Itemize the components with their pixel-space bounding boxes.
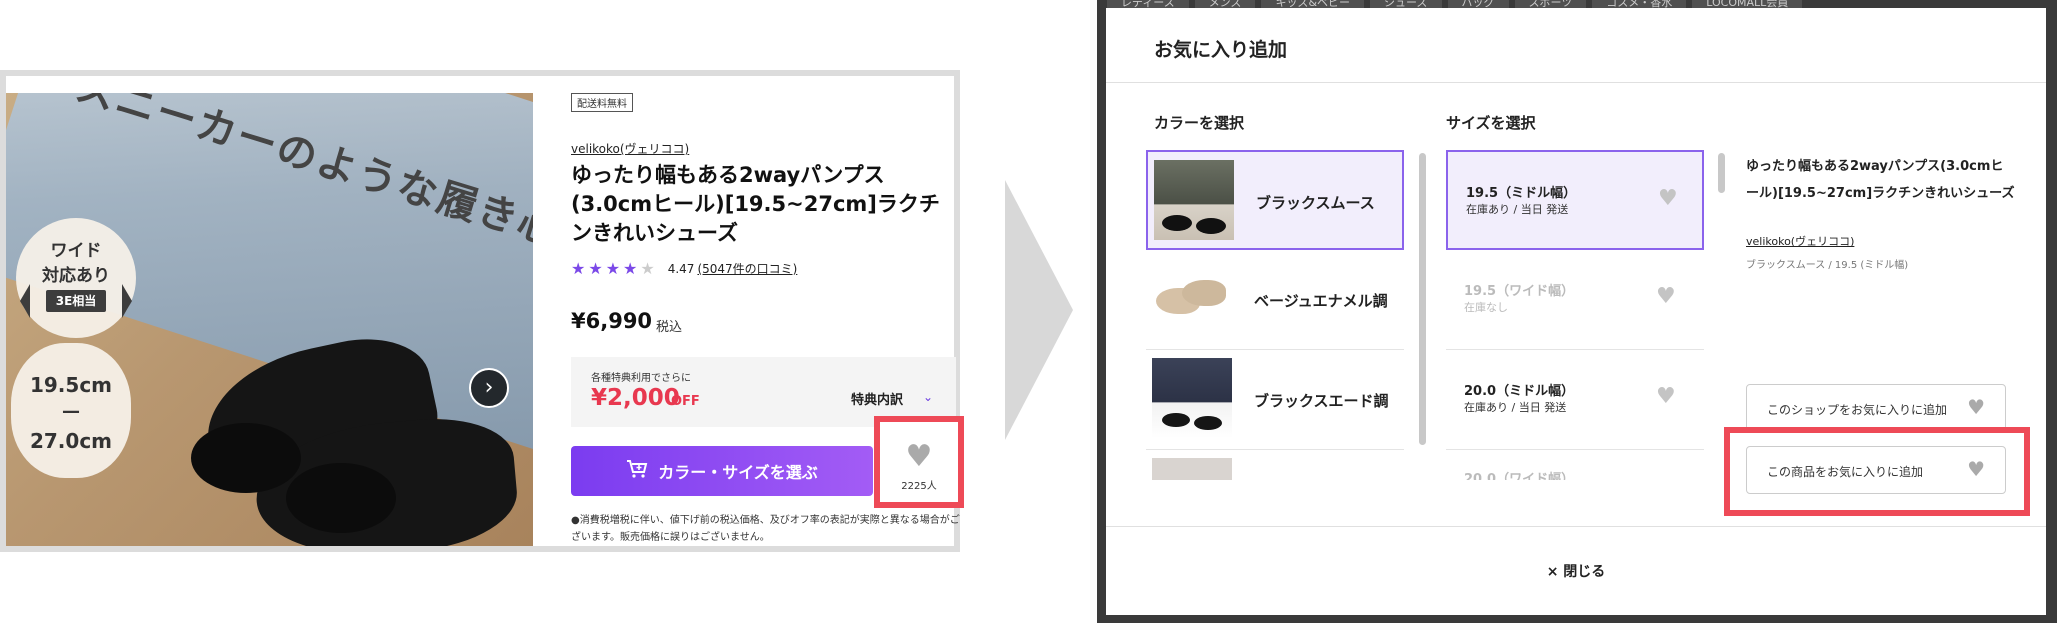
highlight-frame — [1724, 427, 2030, 516]
favorite-count: 2225人 — [901, 481, 937, 492]
summary-variant: ブラックスムース / 19.5 (ミドル幅) — [1746, 260, 1909, 271]
divider — [1106, 82, 2046, 83]
heart-icon[interactable]: ♥ — [1656, 384, 1676, 409]
divider — [1106, 526, 2046, 527]
color-name: ベージュエナメル調 — [1254, 292, 1388, 310]
wide-fit-badge: ワイド 対応あり 3E相当 — [16, 218, 136, 338]
chevron-right-icon: › — [484, 375, 494, 400]
color-name: ブラックスエード調 — [1254, 392, 1389, 410]
brand-link[interactable]: velikoko(ヴェリココ) — [571, 140, 689, 157]
price: ¥6,990 — [571, 309, 653, 333]
carousel-next-button[interactable]: › — [469, 368, 509, 408]
size-name: 20.0（ミドル幅） — [1464, 384, 1575, 399]
favorite-modal: お気に入り追加 カラーを選択 サイズを選択 ブラックスムース ベージュエナメル調… — [1106, 8, 2046, 615]
product-card: スニーカーのような履き心地 ワイド 対応あり 3E相当 19.5cm — 27.… — [6, 76, 964, 546]
size-list-scrollbar[interactable] — [1718, 153, 1725, 193]
star-empty-icon: ★ — [640, 259, 655, 278]
summary-brand-link[interactable]: velikoko(ヴェリココ) — [1746, 233, 1854, 249]
size-option-19-5-middle[interactable]: 19.5（ミドル幅） 在庫あり / 当日 発送 ♥ — [1446, 150, 1704, 250]
tax-notice: ●消費税増税に伴い、値下げ前の税込価格、及びオフ率の表記が実際と異なる場合がござ… — [571, 515, 960, 543]
rating-row: ★ ★ ★ ★ ★ 4.47 (5047件の口コミ) — [571, 259, 797, 278]
wide-label: ワイド — [50, 241, 102, 261]
add-shop-favorite-button[interactable]: このショップをお気に入りに追加 ♥ — [1746, 384, 2006, 432]
heart-icon[interactable]: ♥ — [1658, 186, 1678, 211]
arrow-right-icon — [1005, 180, 1073, 440]
rating-value: 4.47 — [667, 261, 695, 276]
size-max: 27.0cm — [29, 429, 113, 453]
size-option-20-0-wide[interactable]: 20.0（ワイド幅） — [1446, 450, 1704, 480]
size-stock: 在庫あり / 当日 発送 — [1464, 401, 1567, 414]
favorite-button[interactable]: ♥ 2225人 — [874, 416, 964, 508]
width-3e-label: 3E相当 — [20, 284, 132, 318]
chevron-down-icon[interactable]: ⌄ — [923, 390, 933, 404]
select-color-size-button[interactable]: カラー・サイズを選ぶ — [571, 446, 873, 496]
color-name: ブラックスムース — [1256, 194, 1375, 212]
color-thumbnail — [1152, 258, 1232, 338]
select-color-size-label: カラー・サイズを選ぶ — [658, 463, 818, 482]
heart-icon[interactable]: ♥ — [1656, 284, 1676, 309]
color-option-black-smooth[interactable]: ブラックスムース — [1146, 150, 1404, 250]
size-heading: サイズを選択 — [1446, 114, 1536, 132]
star-icon: ★ — [605, 259, 621, 278]
size-stock: 在庫あり / 当日 発送 — [1466, 203, 1569, 216]
modal-title: お気に入り追加 — [1154, 39, 1288, 61]
perks-breakdown-toggle[interactable]: 特典内訳 — [851, 389, 903, 408]
size-min: 19.5cm — [29, 373, 113, 397]
color-option-black-suede[interactable]: ブラックスエード調 — [1146, 350, 1404, 450]
heart-icon: ♥ — [1967, 395, 1985, 419]
size-name: 20.0（ワイド幅） — [1464, 472, 1575, 480]
close-button[interactable]: × 閉じる — [1106, 561, 2046, 581]
color-heading: カラーを選択 — [1154, 114, 1245, 132]
free-shipping-badge: 配送料無料 — [571, 93, 633, 112]
color-thumbnail — [1154, 160, 1234, 240]
coupon-off-label: OFF — [671, 394, 700, 409]
color-thumbnail — [1152, 358, 1232, 438]
cart-icon — [626, 459, 648, 483]
size-range-badge: 19.5cm — 27.0cm — [11, 343, 131, 478]
summary-product-title: ゆったり幅もある2wayパンプス(3.0cmヒール)[19.5~27cm]ラクチ… — [1746, 159, 2015, 201]
bow-graphic — [191, 423, 301, 493]
coupon-amount: ¥2,000 — [591, 385, 680, 411]
size-name: 19.5（ミドル幅） — [1466, 186, 1577, 201]
coupon-note: 各種特典利用でさらに — [591, 373, 691, 384]
review-link[interactable]: (5047件の口コミ) — [697, 260, 797, 277]
bow-graphic-2 — [286, 463, 396, 533]
star-icon: ★ — [588, 259, 603, 278]
color-option-beige-enamel[interactable]: ベージュエナメル調 — [1146, 250, 1404, 350]
color-thumbnail — [1152, 458, 1232, 480]
star-icon: ★ — [571, 259, 586, 278]
color-list-scrollbar[interactable] — [1419, 153, 1426, 445]
add-shop-favorite-label: このショップをお気に入りに追加 — [1767, 403, 1948, 417]
heart-icon: ♥ — [905, 439, 933, 474]
size-dash: — — [62, 401, 80, 422]
size-name: 19.5（ワイド幅） — [1464, 284, 1575, 299]
color-option-partial[interactable] — [1146, 450, 1404, 480]
star-icon: ★ — [623, 259, 638, 278]
size-option-20-0-middle[interactable]: 20.0（ミドル幅） 在庫あり / 当日 発送 ♥ — [1446, 350, 1704, 450]
wide-available-label: 対応あり — [42, 266, 110, 286]
product-panel: スニーカーのような履き心地 ワイド 対応あり 3E相当 19.5cm — 27.… — [0, 70, 964, 552]
product-title: ゆったり幅もある2wayパンプス(3.0cmヒール)[19.5~27cm]ラクチ… — [571, 163, 940, 245]
product-image[interactable]: スニーカーのような履き心地 ワイド 対応あり 3E相当 19.5cm — 27.… — [6, 93, 533, 546]
size-stock: 在庫なし — [1464, 301, 1508, 314]
size-option-19-5-wide[interactable]: 19.5（ワイド幅） 在庫なし ♥ — [1446, 250, 1704, 350]
tax-label: 税込 — [656, 320, 683, 335]
